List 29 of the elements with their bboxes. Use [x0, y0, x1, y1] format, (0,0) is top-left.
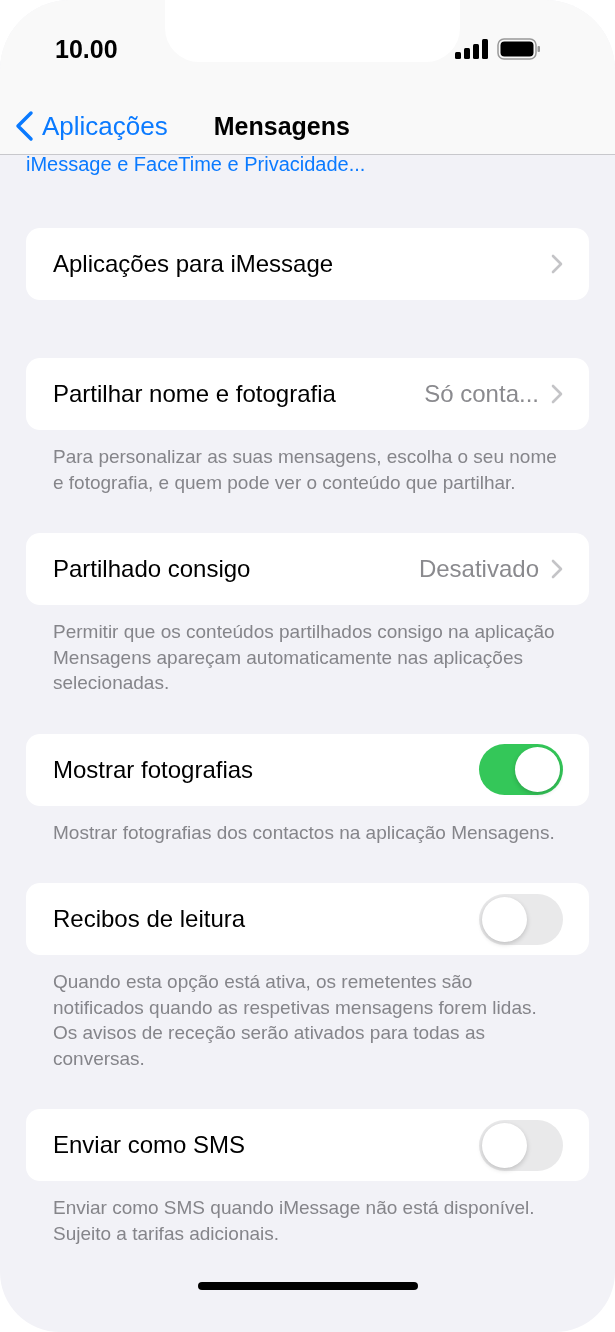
- row-label: Mostrar fotografias: [53, 755, 255, 784]
- settings-row[interactable]: Partilhar nome e fotografia Só conta...: [26, 358, 589, 430]
- section-footer: Para personalizar as suas mensagens, escolha o seu nome e fotografia, e quem pode ver o conteúdo que partilhar.: [26, 444, 589, 495]
- section-footer: Enviar como SMS quando iMessage não está disponível. Sujeito a tarifas adicionais.: [26, 1195, 589, 1246]
- row-label: Recibos de leitura: [53, 905, 247, 933]
- nav-title: Mensagens: [213, 111, 350, 141]
- privacy-link[interactable]: iMessage e FaceTime e Privacidade...: [0, 153, 615, 176]
- back-button[interactable]: Aplicações: [14, 110, 168, 142]
- chevron-icon: [551, 384, 563, 404]
- toggle-switch[interactable]: [479, 744, 563, 795]
- section-footer: Permitir que os conteúdos partilhados consigo na aplicação Mensagens apareçam automaticamente nas aplicações selecionadas.: [26, 619, 589, 696]
- settings-row[interactable]: Partilhado consigo Desativado: [26, 533, 589, 605]
- row-label: Enviar como SMS: [53, 1131, 247, 1159]
- row-label: Aplicações para iMessage: [53, 250, 335, 278]
- back-icon: [14, 110, 34, 142]
- section-footer: Mostrar fotografias dos contactos na aplicação Mensagens.: [26, 819, 589, 845]
- toggle-switch[interactable]: [479, 893, 563, 945]
- signal-icon: [455, 39, 489, 59]
- battery-icon: [497, 38, 541, 60]
- row-value: Desativado: [418, 555, 539, 583]
- row-label: Partilhado consigo: [53, 555, 252, 583]
- status-time: 10.00: [55, 34, 118, 64]
- chevron-icon: [551, 559, 563, 579]
- section-footer: Quando esta opção está ativa, os remetentes são notificados quando as respetivas mensagens forem lidas. Os avisos de receção serão ativados para todas as conversas.: [26, 969, 589, 1071]
- settings-row[interactable]: Aplicações para iMessage: [26, 228, 589, 300]
- chevron-icon: [551, 254, 563, 274]
- row-value: Só conta...: [424, 380, 539, 408]
- row-label: Partilhar nome e fotografia: [53, 380, 337, 408]
- toggle-switch[interactable]: [479, 1119, 563, 1171]
